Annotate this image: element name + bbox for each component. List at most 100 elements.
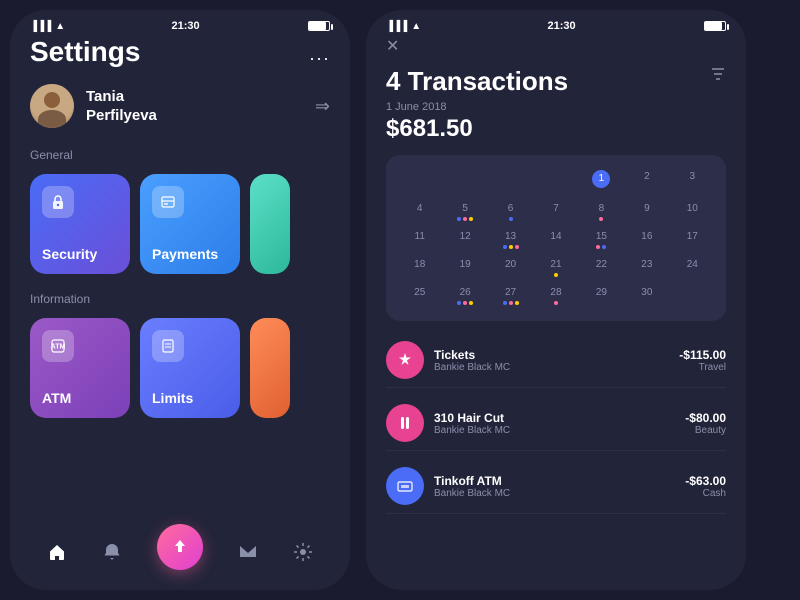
cal-day-8[interactable]: 8 (580, 199, 623, 225)
payments-card[interactable]: Payments (140, 174, 240, 274)
cal-day-20[interactable]: 20 (489, 255, 532, 281)
filter-icon[interactable] (710, 66, 726, 87)
app-container: ▐▐▐ ▲ 21:30 Settings ··· (10, 10, 790, 590)
cal-day-9[interactable]: 9 (625, 199, 668, 225)
cal-day-5[interactable]: 5 (443, 199, 486, 225)
logout-icon[interactable]: ⇒ (315, 96, 330, 117)
cal-day-13[interactable]: 13 (489, 227, 532, 253)
transaction-list: Tickets Bankie Black MC -$115.00 Travel … (386, 333, 726, 514)
payments-card-label: Payments (152, 246, 218, 262)
transaction-item: Tinkoff ATM Bankie Black MC -$63.00 Cash (386, 459, 726, 514)
atm-trans-icon (386, 467, 424, 505)
cal-day-17[interactable]: 17 (671, 227, 714, 253)
cal-empty (398, 167, 441, 197)
battery-container-left (306, 21, 330, 31)
haircut-amount-container: -$80.00 Beauty (685, 411, 726, 436)
cal-day-6[interactable]: 6 (489, 199, 532, 225)
status-bar-right: ▐▐▐ ▲ 21:30 (366, 10, 746, 36)
status-right-left: ▐▐▐ ▲ (386, 21, 421, 32)
cal-day-7[interactable]: 7 (534, 199, 577, 225)
cal-day-25[interactable]: 25 (398, 283, 441, 309)
avatar[interactable] (30, 84, 74, 128)
bottom-nav (10, 520, 350, 590)
cal-day-26[interactable]: 26 (443, 283, 486, 309)
tickets-info: Tickets Bankie Black MC (434, 348, 669, 373)
cal-day-14[interactable]: 14 (534, 227, 577, 253)
transactions-phone: ▐▐▐ ▲ 21:30 ✕ 4 Transactions 1 June 2018… (366, 10, 746, 590)
security-card-label: Security (42, 246, 97, 262)
settings-title: Settings (30, 36, 330, 68)
calendar-grid: 1234567891011121314151617181920212223242… (398, 167, 714, 309)
atm-trans-category: Cash (685, 488, 726, 499)
security-icon (42, 186, 74, 218)
fab-upload-button[interactable] (157, 524, 203, 570)
haircut-bank: Bankie Black MC (434, 425, 675, 436)
atm-card[interactable]: ATM ATM (30, 318, 130, 418)
profile-info: Tania Perfilyeva (30, 84, 157, 128)
cal-day-28[interactable]: 28 (534, 283, 577, 309)
overflow-card[interactable] (250, 174, 290, 274)
limits-card-label: Limits (152, 390, 193, 406)
transaction-total: $681.50 (386, 115, 726, 143)
cal-day-21[interactable]: 21 (534, 255, 577, 281)
general-grid: Security Payments (30, 174, 330, 274)
cal-day-22[interactable]: 22 (580, 255, 623, 281)
atm-trans-bank: Bankie Black MC (434, 488, 675, 499)
signal-icon: ▐▐▐ (30, 21, 51, 32)
battery-left (308, 21, 330, 31)
nav-notifications[interactable] (102, 542, 122, 568)
close-button[interactable]: ✕ (386, 36, 726, 56)
information-grid: ATM ATM Limits (30, 318, 330, 418)
status-left: ▐▐▐ ▲ (30, 21, 65, 32)
ca-card[interactable] (250, 318, 290, 418)
transaction-item: 310 Hair Cut Bankie Black MC -$80.00 Bea… (386, 396, 726, 451)
cal-day-4[interactable]: 4 (398, 199, 441, 225)
cal-day-3[interactable]: 3 (671, 167, 714, 197)
cal-empty (534, 167, 577, 197)
cal-day-23[interactable]: 23 (625, 255, 668, 281)
security-card[interactable]: Security (30, 174, 130, 274)
cal-day-27[interactable]: 27 (489, 283, 532, 309)
haircut-info: 310 Hair Cut Bankie Black MC (434, 411, 675, 436)
cal-day-1[interactable]: 1 (580, 167, 623, 197)
time-left: 21:30 (172, 20, 200, 32)
time-right: 21:30 (548, 20, 576, 32)
transactions-title: 4 Transactions (386, 66, 726, 97)
nav-messages[interactable] (238, 542, 258, 568)
limits-icon (152, 330, 184, 362)
haircut-name: 310 Hair Cut (434, 411, 675, 425)
tickets-amount-container: -$115.00 Travel (679, 348, 726, 373)
wifi-icon: ▲ (55, 21, 65, 32)
cal-day-11[interactable]: 11 (398, 227, 441, 253)
atm-trans-amount-container: -$63.00 Cash (685, 474, 726, 499)
cal-day-2[interactable]: 2 (625, 167, 668, 197)
information-section-label: Information (30, 292, 330, 306)
profile-row: Tania Perfilyeva ⇒ (30, 84, 330, 128)
nav-home[interactable] (47, 542, 67, 568)
cal-day-30[interactable]: 30 (625, 283, 668, 309)
settings-content: Settings ··· Tania Perfilyeva ⇒ General (10, 36, 350, 520)
haircut-category: Beauty (685, 425, 726, 436)
cal-day-15[interactable]: 15 (580, 227, 623, 253)
limits-card[interactable]: Limits (140, 318, 240, 418)
payments-icon (152, 186, 184, 218)
nav-settings[interactable] (293, 542, 313, 568)
cal-day-12[interactable]: 12 (443, 227, 486, 253)
atm-card-label: ATM (42, 390, 71, 406)
cal-day-18[interactable]: 18 (398, 255, 441, 281)
atm-icon: ATM (42, 330, 74, 362)
atm-trans-amount: -$63.00 (685, 474, 726, 488)
atm-trans-info: Tinkoff ATM Bankie Black MC (434, 474, 675, 499)
atm-trans-name: Tinkoff ATM (434, 474, 675, 488)
cal-day-10[interactable]: 10 (671, 199, 714, 225)
status-bar-left: ▐▐▐ ▲ 21:30 (10, 10, 350, 36)
cal-day-16[interactable]: 16 (625, 227, 668, 253)
tickets-amount: -$115.00 (679, 348, 726, 362)
battery-right (704, 21, 726, 31)
cal-day-19[interactable]: 19 (443, 255, 486, 281)
calendar: 1234567891011121314151617181920212223242… (386, 155, 726, 321)
cal-day-29[interactable]: 29 (580, 283, 623, 309)
cal-day-24[interactable]: 24 (671, 255, 714, 281)
more-menu-button[interactable]: ··· (309, 48, 330, 69)
tickets-bank: Bankie Black MC (434, 362, 669, 373)
